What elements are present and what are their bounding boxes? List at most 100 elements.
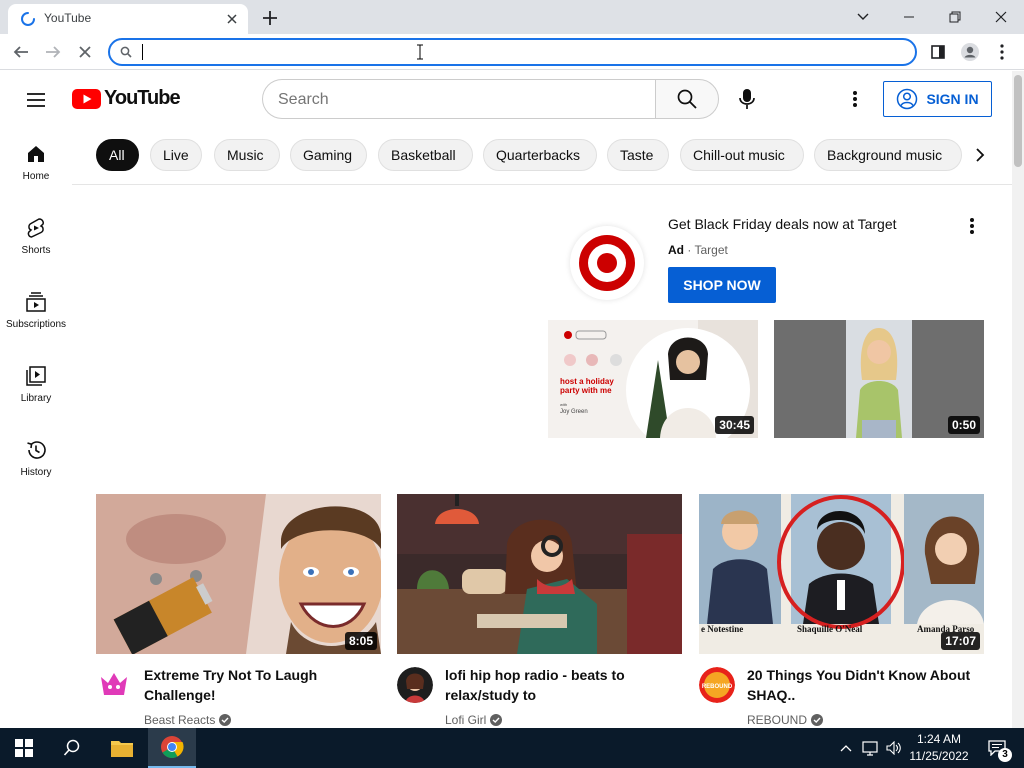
new-tab-icon[interactable]: [258, 6, 282, 30]
verified-badge-icon: [490, 714, 503, 726]
channel-name-3[interactable]: REBOUND: [747, 713, 824, 727]
shop-now-button[interactable]: SHOP NOW: [668, 267, 776, 303]
mouse-ibeam-cursor-icon: [417, 44, 423, 60]
thumb-caption-center: Shaquille O'Neal: [797, 624, 863, 634]
file-explorer-button[interactable]: [98, 728, 146, 768]
page-scrollbar[interactable]: [1012, 71, 1024, 728]
restore-icon[interactable]: [932, 0, 978, 34]
menu-hamburger-icon[interactable]: [24, 88, 48, 112]
chip-next-arrow-icon[interactable]: [968, 139, 992, 171]
windows-taskbar: 1:24 AM 11/25/2022 3: [0, 728, 1024, 768]
action-center-button[interactable]: 3: [980, 728, 1014, 768]
browser-tab[interactable]: YouTube: [8, 4, 248, 34]
start-button[interactable]: [0, 728, 48, 768]
video-thumbnail-3[interactable]: e Notestine Shaquille O'Neal Amanda Pars…: [699, 494, 984, 654]
folder-icon: [111, 741, 133, 757]
avatar-text: REBOUND: [702, 684, 733, 690]
video-title-3[interactable]: 20 Things You Didn't Know About SHAQ..: [747, 665, 977, 705]
ad-more-icon[interactable]: [960, 214, 984, 238]
network-icon[interactable]: [860, 728, 882, 768]
tab-title: YouTube: [44, 11, 92, 25]
youtube-page: YouTube SIGN IN Home: [0, 71, 1012, 728]
chip-quarterbacks[interactable]: Quarterbacks: [483, 139, 597, 171]
close-tab-icon[interactable]: [222, 9, 242, 29]
shaq-yearbook-thumbnail-image: e Notestine Shaquille O'Neal Amanda Pars…: [699, 494, 984, 654]
clock-date: 11/25/2022: [909, 749, 969, 763]
library-icon: [26, 366, 46, 386]
search-input[interactable]: [278, 89, 638, 111]
search-field[interactable]: [262, 79, 656, 119]
voice-search-button[interactable]: [727, 79, 767, 119]
chip-music[interactable]: Music: [214, 139, 280, 171]
account-circle-icon: [897, 88, 918, 110]
tab-search-icon[interactable]: [840, 0, 886, 34]
target-bullseye-icon: [579, 235, 635, 291]
taskbar-search-button[interactable]: [48, 728, 96, 768]
guide-item-shorts[interactable]: Shorts: [0, 201, 72, 275]
video-title-2[interactable]: lofi hip hop radio - beats to relax/stud…: [445, 665, 675, 705]
channel-avatar-beast-reacts[interactable]: [96, 667, 132, 703]
guide-label-library: Library: [20, 393, 52, 404]
channel-name-2[interactable]: Lofi Girl: [445, 713, 503, 727]
video-thumbnail-1[interactable]: 8:05: [96, 494, 381, 654]
guide-item-subscriptions[interactable]: Subscriptions: [0, 275, 72, 349]
duration-badge: 30:45: [715, 416, 754, 434]
back-icon[interactable]: [8, 39, 34, 65]
address-input[interactable]: [140, 43, 900, 61]
ad-separator: ·: [687, 243, 692, 257]
omnibox-search-icon: [120, 46, 132, 58]
chip-gaming[interactable]: Gaming: [290, 139, 367, 171]
duration-badge: 0:50: [947, 416, 980, 434]
sign-in-button[interactable]: SIGN IN: [883, 81, 992, 117]
chrome-taskbar-button[interactable]: [148, 728, 196, 768]
channel-label: Lofi Girl: [445, 713, 487, 727]
guide-label-shorts: Shorts: [21, 245, 51, 256]
thumb-with-label: with: [560, 402, 567, 407]
chrome-icon: [161, 736, 184, 758]
ad-title[interactable]: Get Black Friday deals now at Target: [668, 216, 897, 232]
chip-basketball[interactable]: Basketball: [378, 139, 473, 171]
guide-item-library[interactable]: Library: [0, 349, 72, 423]
ad-video-thumbnail-2[interactable]: 0:50: [774, 320, 984, 438]
chip-taste[interactable]: Taste: [607, 139, 669, 171]
thumb-caption-left: e Notestine: [701, 624, 743, 634]
profile-icon[interactable]: [957, 39, 983, 65]
loading-spinner-icon: [21, 12, 35, 26]
search-icon: [63, 739, 80, 756]
channel-label: REBOUND: [747, 713, 808, 727]
close-window-icon[interactable]: [978, 0, 1024, 34]
chip-all[interactable]: All: [96, 139, 139, 171]
video-title-1[interactable]: Extreme Try Not To Laugh Challenge!: [144, 665, 374, 705]
video-thumbnail-2[interactable]: [397, 494, 682, 654]
try-not-to-laugh-thumbnail-image: [96, 494, 381, 654]
lofi-girl-thumbnail-image: [397, 494, 682, 654]
guide-item-history[interactable]: History: [0, 423, 72, 497]
ad-video-thumbnail-1[interactable]: host a holiday party with me with Joy Gr…: [548, 320, 758, 438]
target-advertiser-logo[interactable]: [570, 226, 644, 300]
search-button[interactable]: [655, 79, 719, 119]
history-icon: [27, 441, 46, 459]
guide-item-home[interactable]: Home: [0, 127, 72, 201]
side-panel-icon[interactable]: [925, 39, 951, 65]
youtube-logo[interactable]: YouTube: [72, 87, 181, 110]
settings-kebab-icon[interactable]: [843, 87, 867, 111]
subscriptions-icon: [26, 292, 46, 312]
scrollbar-thumb[interactable]: [1014, 75, 1022, 167]
chip-chill-out-music[interactable]: Chill-out music: [680, 139, 804, 171]
chip-live[interactable]: Live: [150, 139, 202, 171]
channel-name-1[interactable]: Beast Reacts: [144, 713, 232, 727]
text-caret: [142, 44, 143, 60]
thumb-headline-line2: party with me: [560, 386, 612, 395]
show-hidden-icons-icon[interactable]: [836, 728, 856, 768]
ad-advertiser[interactable]: Target: [694, 243, 727, 257]
chip-background-music[interactable]: Background music: [814, 139, 962, 171]
channel-avatar-rebound[interactable]: REBOUND: [699, 667, 735, 703]
forward-icon[interactable]: [40, 39, 66, 65]
minimize-icon[interactable]: [886, 0, 932, 34]
youtube-header: YouTube SIGN IN: [0, 71, 1012, 127]
stop-loading-icon[interactable]: [72, 39, 98, 65]
address-bar[interactable]: [108, 38, 917, 66]
channel-avatar-lofi-girl[interactable]: [397, 667, 433, 703]
browser-menu-icon[interactable]: [989, 39, 1015, 65]
taskbar-clock[interactable]: 1:24 AM 11/25/2022: [898, 731, 980, 765]
